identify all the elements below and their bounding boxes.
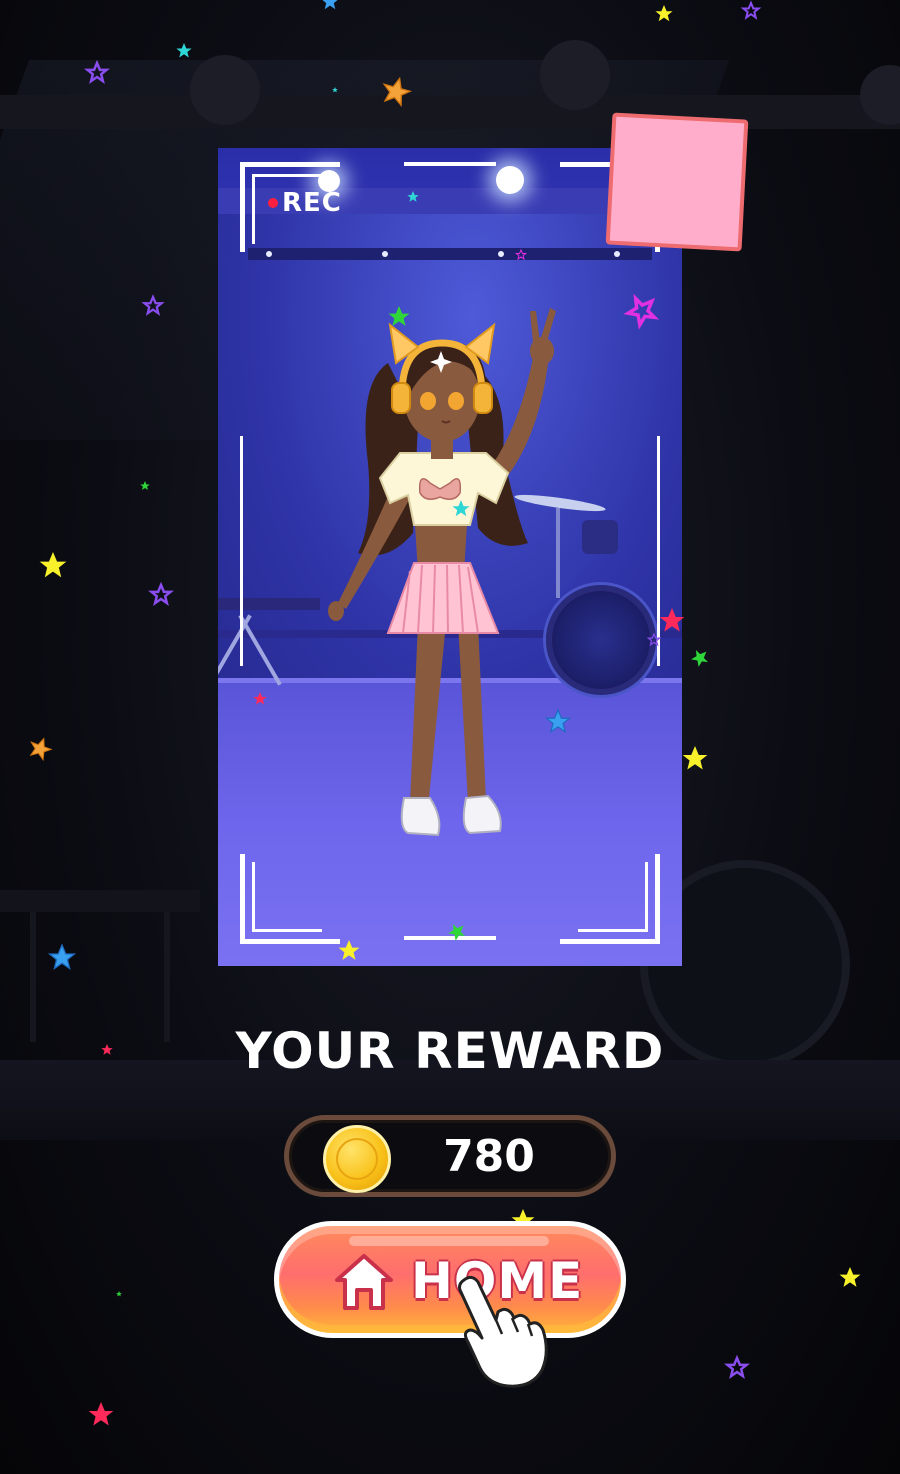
house-icon — [335, 1254, 393, 1310]
coin-amount: 780 — [443, 1131, 535, 1182]
viewfinder-left-mark — [240, 436, 243, 666]
rec-indicator: REC — [268, 188, 342, 218]
viewfinder-top-mark — [404, 162, 496, 166]
gold-coin-icon — [323, 1125, 391, 1193]
viewfinder-right-mark — [657, 436, 660, 666]
stage-light — [190, 55, 260, 125]
pointing-hand-icon — [458, 1275, 548, 1388]
coin-emblem — [336, 1138, 378, 1180]
character-illustration — [328, 308, 556, 837]
stage-light — [540, 40, 610, 110]
pink-sticker — [605, 112, 749, 252]
viewfinder-corner-inner — [578, 862, 648, 932]
coin-reward-pill: 780 — [284, 1115, 616, 1197]
reward-title: YOUR REWARD — [235, 1022, 665, 1080]
stage-bulb — [498, 251, 504, 257]
button-shine — [349, 1236, 549, 1246]
keyboard — [218, 598, 320, 610]
light-truss — [0, 95, 900, 129]
rec-label: REC — [282, 188, 342, 218]
keyboard-silhouette — [0, 890, 200, 912]
stage-bulb — [382, 251, 388, 257]
photo-card: REC — [218, 148, 682, 966]
red-dot-icon — [268, 198, 278, 208]
spotlight — [496, 166, 524, 194]
viewfinder-bottom-mark — [404, 936, 496, 940]
viewfinder-corner-inner — [252, 862, 322, 932]
tom-drum — [582, 520, 618, 554]
